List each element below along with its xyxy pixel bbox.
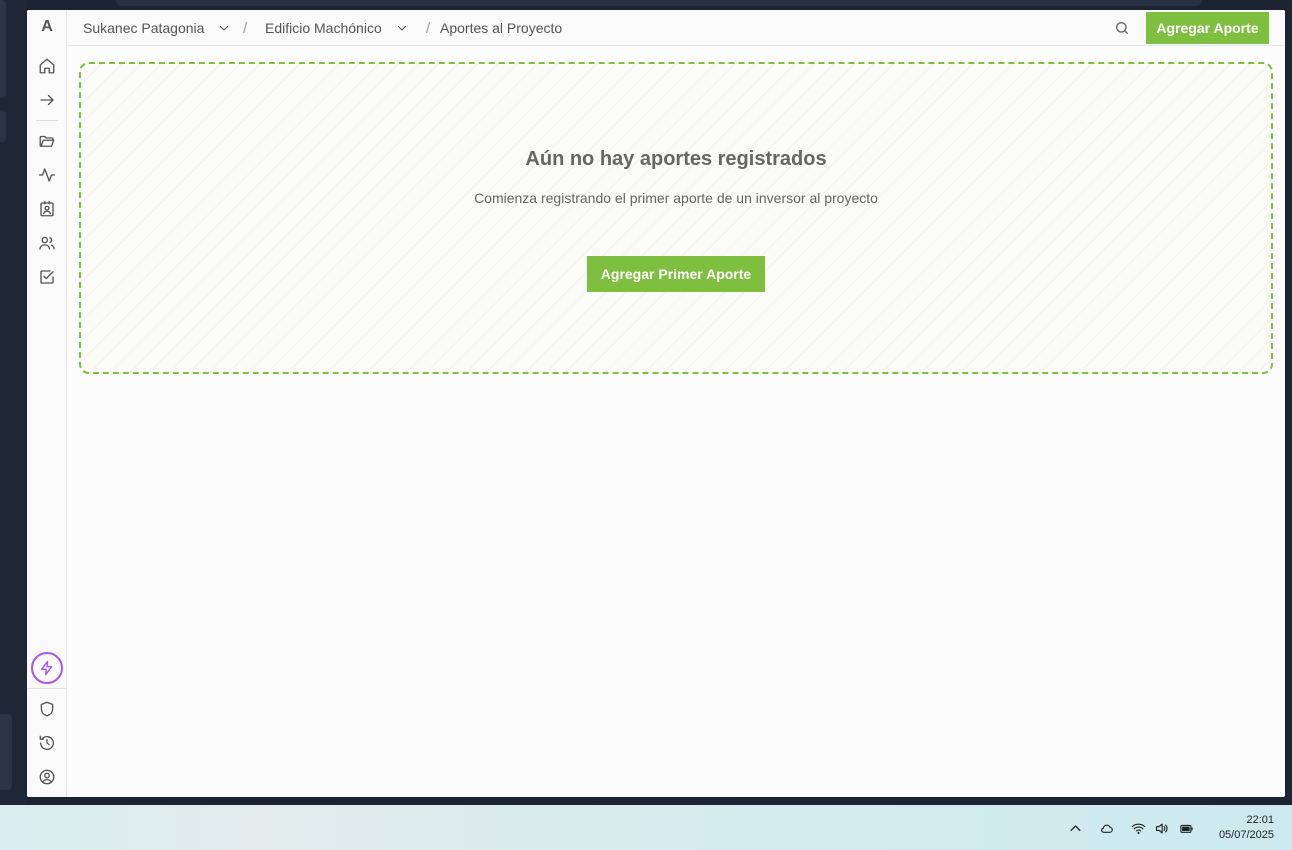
- check-square-icon: [38, 268, 56, 286]
- activity-icon: [38, 166, 56, 184]
- home-icon: [38, 57, 56, 75]
- background-panel-tab: [0, 0, 6, 98]
- sidebar-item-navigate[interactable]: [35, 88, 59, 112]
- sidebar-divider: [36, 120, 58, 121]
- volume-icon[interactable]: [1153, 820, 1169, 836]
- wifi-icon[interactable]: [1130, 820, 1146, 836]
- search-button[interactable]: [1113, 19, 1131, 37]
- sidebar-divider: [27, 688, 67, 689]
- arrow-right-icon: [38, 91, 56, 109]
- sidebar-item-profile[interactable]: [35, 765, 59, 789]
- cloud-icon[interactable]: [1098, 820, 1114, 836]
- taskbar: 22:01 05/07/2025: [0, 805, 1292, 850]
- chevron-up-icon[interactable]: [1067, 820, 1083, 836]
- sidebar-item-users[interactable]: [35, 231, 59, 255]
- user-circle-icon: [38, 768, 56, 786]
- clock-time: 22:01: [1246, 814, 1274, 826]
- sidebar-item-activity[interactable]: [35, 163, 59, 187]
- background-panel-tab: [0, 714, 12, 790]
- background-window-edge: [116, 0, 1202, 6]
- sidebar-item-contacts[interactable]: [35, 197, 59, 221]
- breadcrumb-separator: /: [426, 19, 431, 37]
- breadcrumb-separator: /: [243, 19, 248, 37]
- quick-actions-button[interactable]: [31, 652, 63, 684]
- sidebar-item-projects[interactable]: [35, 129, 59, 153]
- background-panel-tab: [0, 110, 6, 142]
- breadcrumb-project-label: Edificio Machónico: [265, 20, 382, 36]
- empty-state-card: Aún no hay aportes registrados Comienza …: [79, 62, 1273, 374]
- add-first-contribution-button[interactable]: Agregar Primer Aporte: [587, 256, 765, 292]
- clock-date: 05/07/2025: [1218, 829, 1274, 841]
- empty-state-subtitle: Comienza registrando el primer aporte de…: [474, 190, 878, 206]
- shield-icon: [38, 700, 56, 718]
- background-left-panel: [0, 0, 26, 805]
- battery-icon[interactable]: [1178, 820, 1194, 836]
- search-icon: [1114, 20, 1130, 36]
- breadcrumb-project[interactable]: Edificio Machónico: [265, 10, 408, 46]
- breadcrumb-org-label: Sukanec Patagonia: [83, 20, 205, 36]
- breadcrumb-org[interactable]: Sukanec Patagonia: [83, 10, 230, 46]
- history-icon: [38, 734, 56, 752]
- app-window: A Sukanec Patagonia / Edificio Machónico…: [27, 10, 1285, 797]
- bolt-icon: [39, 660, 55, 676]
- users-icon: [38, 234, 56, 252]
- sidebar-item-history[interactable]: [35, 731, 59, 755]
- top-bar: Sukanec Patagonia / Edificio Machónico /…: [67, 10, 1285, 46]
- chevron-down-icon: [218, 22, 230, 34]
- sidebar: A: [27, 10, 67, 797]
- sidebar-item-tasks[interactable]: [35, 265, 59, 289]
- contact-card-icon: [38, 200, 56, 218]
- empty-state-title: Aún no hay aportes registrados: [525, 148, 827, 170]
- sidebar-item-security[interactable]: [35, 697, 59, 721]
- chevron-down-icon: [396, 22, 408, 34]
- app-logo[interactable]: A: [27, 18, 67, 40]
- breadcrumb-current-page: Aportes al Proyecto: [440, 20, 563, 36]
- add-contribution-button[interactable]: Agregar Aporte: [1146, 12, 1269, 44]
- system-clock[interactable]: 22:01 05/07/2025: [1219, 813, 1274, 843]
- folder-open-icon: [38, 132, 56, 150]
- sidebar-item-home[interactable]: [35, 54, 59, 78]
